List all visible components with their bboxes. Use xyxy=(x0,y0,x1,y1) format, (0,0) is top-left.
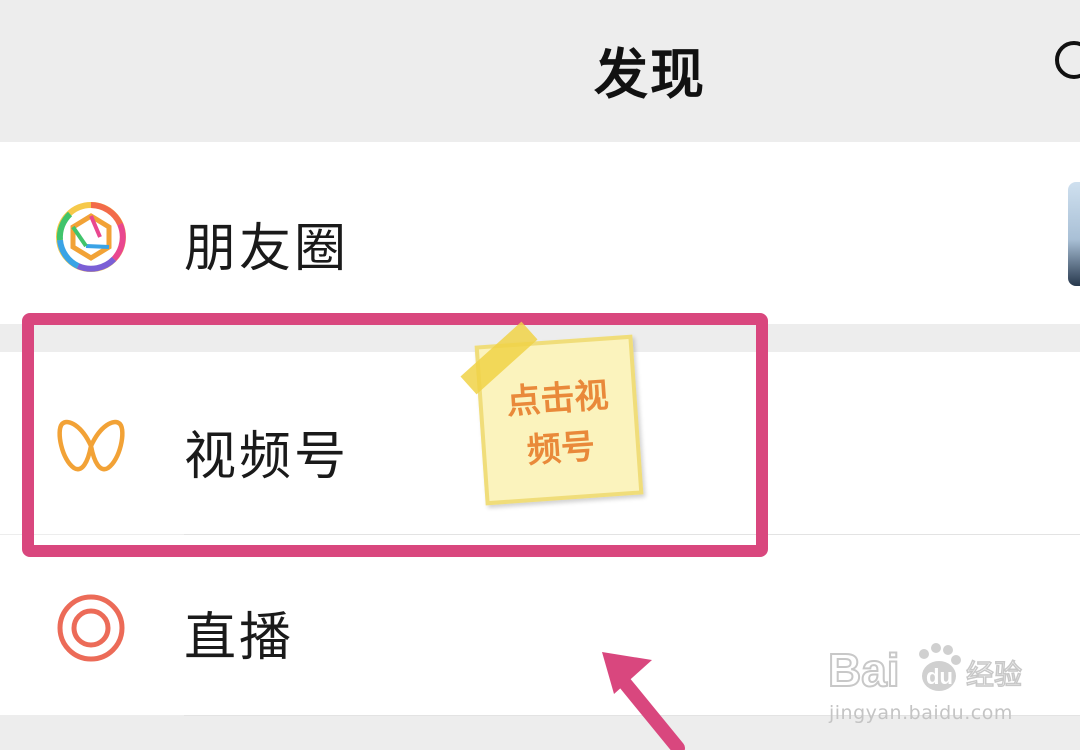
svg-text:Bai: Bai xyxy=(828,644,900,696)
moments-aperture-icon xyxy=(56,202,126,272)
page-title: 发现 xyxy=(594,43,706,106)
highlight-box xyxy=(22,313,768,557)
pointer-arrow-icon xyxy=(602,652,685,750)
svg-text:经验: 经验 xyxy=(966,658,1022,691)
moments-update-thumbnail xyxy=(1068,182,1080,286)
top-header: 发现 xyxy=(0,0,1080,142)
sticky-note-line: 频号 xyxy=(525,426,597,472)
menu-item-moments[interactable]: 朋友圈 xyxy=(0,142,1080,324)
live-ring-icon xyxy=(57,594,125,662)
sticky-note-text: 点击视 频号 xyxy=(481,369,638,479)
menu-item-label: 直播 xyxy=(184,608,295,668)
search-icon[interactable] xyxy=(1052,38,1080,82)
watermark-url: jingyan.baidu.com xyxy=(829,702,1013,724)
baidu-watermark-logo: Bai du 经验 xyxy=(828,643,1023,697)
menu-item-label: 朋友圈 xyxy=(184,219,350,279)
svg-text:du: du xyxy=(926,664,953,689)
